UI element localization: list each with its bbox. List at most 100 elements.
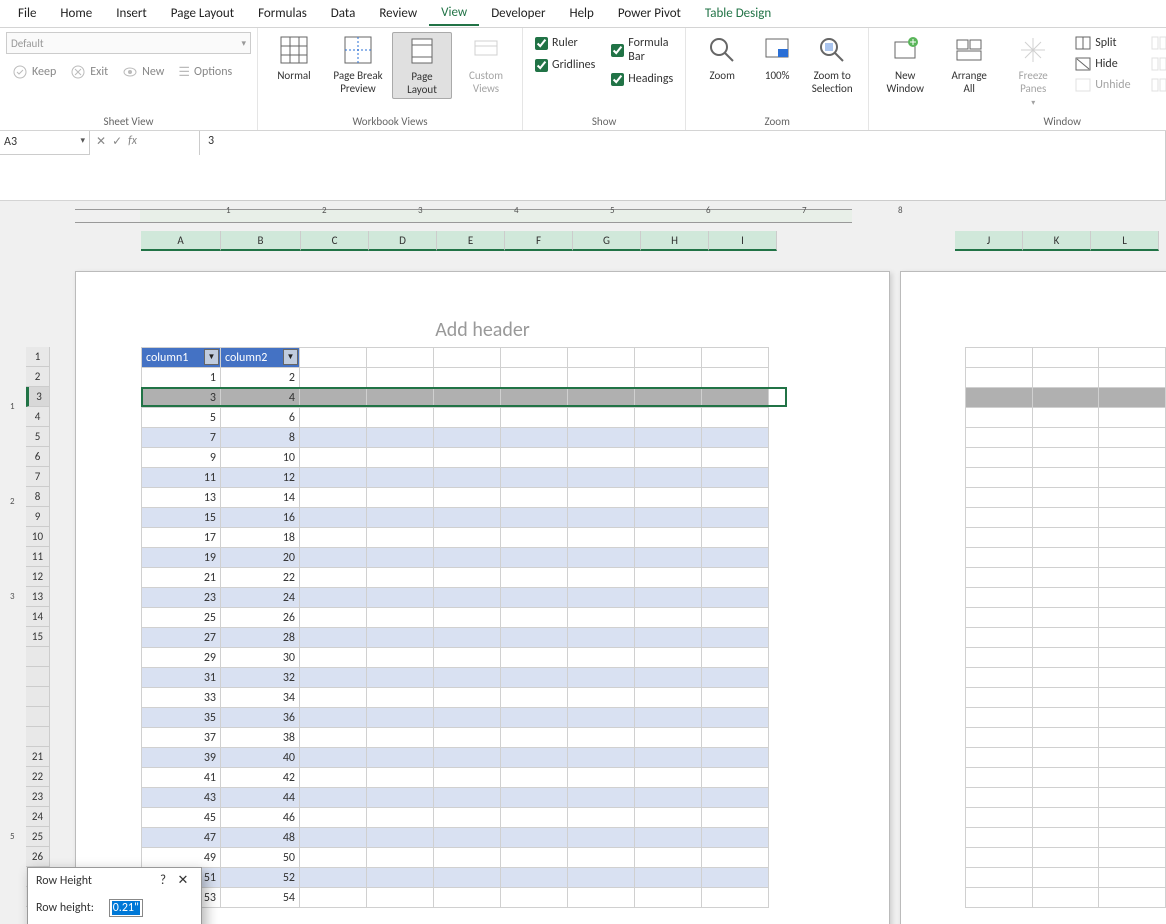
cell[interactable]: 50 xyxy=(221,848,300,868)
keep-button[interactable]: Keep xyxy=(12,64,56,80)
cell[interactable]: 28 xyxy=(221,628,300,648)
cell-empty[interactable] xyxy=(367,848,434,868)
cell-empty[interactable] xyxy=(434,828,501,848)
row-header-x[interactable] xyxy=(26,647,50,667)
cell-empty[interactable] xyxy=(568,848,635,868)
cell-empty[interactable] xyxy=(635,688,702,708)
cell-empty[interactable] xyxy=(568,428,635,448)
new-view-button[interactable]: New xyxy=(122,64,164,80)
cell-empty[interactable] xyxy=(1099,868,1166,888)
cell-empty[interactable] xyxy=(501,748,568,768)
cell[interactable]: 17 xyxy=(142,528,221,548)
cell-empty[interactable] xyxy=(1032,428,1099,448)
cell[interactable]: 36 xyxy=(221,708,300,728)
cell[interactable]: 49 xyxy=(142,848,221,868)
cell-empty[interactable] xyxy=(434,788,501,808)
cell-empty[interactable] xyxy=(568,688,635,708)
cell[interactable]: 54 xyxy=(221,888,300,908)
cell-empty[interactable] xyxy=(1099,588,1166,608)
cell-empty[interactable] xyxy=(1099,568,1166,588)
cell-empty[interactable] xyxy=(367,448,434,468)
cell-empty[interactable] xyxy=(568,728,635,748)
cell-empty[interactable] xyxy=(568,768,635,788)
tab-data[interactable]: Data xyxy=(319,2,368,25)
cell[interactable]: 42 xyxy=(221,768,300,788)
row-header-x[interactable] xyxy=(26,707,50,727)
tab-help[interactable]: Help xyxy=(557,2,605,25)
cell-empty[interactable] xyxy=(1099,388,1166,408)
cell-empty[interactable] xyxy=(966,828,1033,848)
cell[interactable]: 23 xyxy=(142,588,221,608)
cell-empty[interactable] xyxy=(702,528,769,548)
cell-empty[interactable] xyxy=(501,468,568,488)
cell[interactable]: 29 xyxy=(142,648,221,668)
cell-empty[interactable] xyxy=(501,668,568,688)
tab-review[interactable]: Review xyxy=(367,2,429,25)
cell-empty[interactable] xyxy=(1099,348,1166,368)
cell-empty[interactable] xyxy=(966,628,1033,648)
column-header-D[interactable]: D xyxy=(369,231,437,251)
cell-empty[interactable] xyxy=(434,388,501,408)
cell-empty[interactable] xyxy=(635,888,702,908)
headings-checkbox[interactable]: Headings xyxy=(611,72,673,86)
cell-empty[interactable] xyxy=(568,668,635,688)
cell[interactable]: 39 xyxy=(142,748,221,768)
dialog-close-button[interactable]: ✕ xyxy=(173,873,193,888)
cell-empty[interactable] xyxy=(300,588,367,608)
tab-view[interactable]: View xyxy=(429,1,479,26)
cell-empty[interactable] xyxy=(1099,688,1166,708)
row-header-9[interactable]: 9 xyxy=(26,507,50,527)
cell-empty[interactable] xyxy=(501,888,568,908)
cell-empty[interactable] xyxy=(635,608,702,628)
cell-empty[interactable] xyxy=(434,428,501,448)
cell-empty[interactable] xyxy=(300,688,367,708)
cell-empty[interactable] xyxy=(501,548,568,568)
gridlines-checkbox[interactable]: Gridlines xyxy=(535,58,595,72)
cell-empty[interactable] xyxy=(501,768,568,788)
cell-empty[interactable] xyxy=(635,848,702,868)
row-header-12[interactable]: 12 xyxy=(26,567,50,587)
cell-empty[interactable] xyxy=(702,508,769,528)
cell-empty[interactable] xyxy=(702,468,769,488)
cell-empty[interactable] xyxy=(501,708,568,728)
cell-empty[interactable] xyxy=(635,668,702,688)
cell-empty[interactable] xyxy=(1099,448,1166,468)
column-header-E[interactable]: E xyxy=(437,231,505,251)
cell-empty[interactable] xyxy=(501,528,568,548)
cell-empty[interactable] xyxy=(1032,808,1099,828)
cell-empty[interactable] xyxy=(1032,528,1099,548)
table-header-column1[interactable]: column1▼ xyxy=(142,348,221,368)
cell-empty[interactable] xyxy=(367,408,434,428)
cell-empty[interactable] xyxy=(501,588,568,608)
cell-empty[interactable] xyxy=(367,568,434,588)
cell-empty[interactable] xyxy=(300,748,367,768)
cell[interactable]: 16 xyxy=(221,508,300,528)
cell-empty[interactable] xyxy=(635,828,702,848)
cell-empty[interactable] xyxy=(1032,548,1099,568)
cell-empty[interactable] xyxy=(367,548,434,568)
cell[interactable]: 11 xyxy=(142,468,221,488)
cell-empty[interactable] xyxy=(1032,568,1099,588)
cell-empty[interactable] xyxy=(501,608,568,628)
cell-empty[interactable] xyxy=(1099,788,1166,808)
cell[interactable]: 9 xyxy=(142,448,221,468)
cell-empty[interactable] xyxy=(568,748,635,768)
cell-empty[interactable] xyxy=(434,768,501,788)
row-header-1[interactable]: 1 xyxy=(26,347,50,367)
cell-empty[interactable] xyxy=(1032,408,1099,428)
ruler-checkbox[interactable]: Ruler xyxy=(535,36,595,50)
cell[interactable]: 40 xyxy=(221,748,300,768)
cell-empty[interactable] xyxy=(702,688,769,708)
cell-empty[interactable] xyxy=(568,708,635,728)
cell-empty[interactable] xyxy=(966,808,1033,828)
row-header-7[interactable]: 7 xyxy=(26,467,50,487)
cell-empty[interactable] xyxy=(966,368,1033,388)
cell-empty[interactable] xyxy=(635,368,702,388)
sheet-view-combo[interactable]: Default▾ xyxy=(6,32,251,54)
cell-empty[interactable] xyxy=(1032,348,1099,368)
cell-empty[interactable] xyxy=(300,708,367,728)
new-window-button[interactable]: New Window xyxy=(875,32,935,97)
cell[interactable]: 46 xyxy=(221,808,300,828)
column-header-L[interactable]: L xyxy=(1091,231,1159,251)
cell-empty[interactable] xyxy=(367,608,434,628)
